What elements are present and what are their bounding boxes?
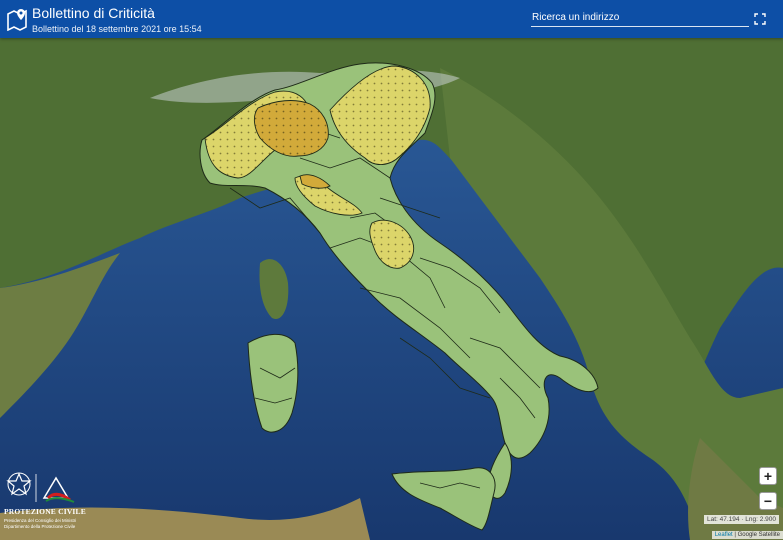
protezione-civile-logo [6,472,75,503]
zoom-in-button[interactable]: + [759,467,777,485]
map-marker-icon [7,9,27,31]
address-search-input[interactable] [531,9,749,27]
coordinates-readout: Lat: 47.194 · Lng: 2.900 [703,515,779,524]
zoom-out-button[interactable]: − [759,492,777,510]
fullscreen-icon[interactable] [754,13,766,25]
criticality-map[interactable] [0,38,783,540]
map-attribution: Leaflet | Google Satellite [711,531,783,539]
app-title: Bollettino di Criticità [32,5,155,21]
attribution-text: Google Satellite [737,532,780,538]
civil-protection-emblem-icon [42,476,75,503]
republic-emblem-icon [6,472,32,496]
leaflet-link[interactable]: Leaflet [715,532,733,538]
bulletin-date: Bollettino del 18 settembre 2021 ore 15:… [32,24,202,34]
app-header: Bollettino di Criticità Bollettino del 1… [0,0,783,38]
